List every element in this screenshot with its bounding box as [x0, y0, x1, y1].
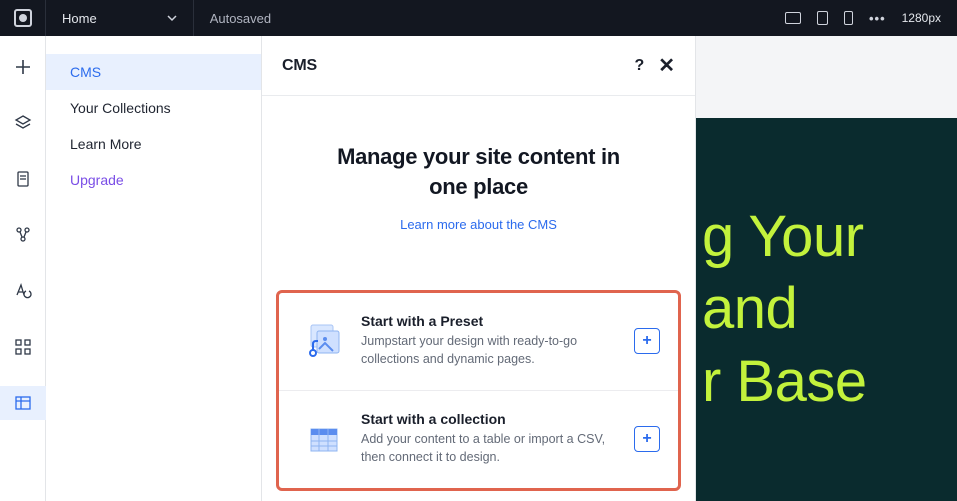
option-title: Start with a Preset: [361, 313, 616, 329]
option-start-collection[interactable]: Start with a collection Add your content…: [279, 390, 678, 488]
app-logo[interactable]: [0, 0, 46, 36]
mobile-icon[interactable]: [844, 11, 853, 25]
help-icon[interactable]: ?: [634, 57, 644, 75]
rail-cms[interactable]: [0, 386, 46, 420]
canvas-area[interactable]: g Your and r Base: [696, 36, 957, 501]
option-desc: Jumpstart your design with ready-to-go c…: [361, 333, 616, 368]
topbar: Home Autosaved ••• 1280px: [0, 0, 957, 36]
topbar-left: Home Autosaved: [0, 0, 287, 36]
option-title: Start with a collection: [361, 411, 616, 427]
desktop-icon[interactable]: [785, 12, 801, 24]
cms-panel-body: Manage your site content in one place Le…: [262, 96, 695, 501]
sidebar-item-upgrade[interactable]: Upgrade: [46, 162, 261, 198]
icon-rail: [0, 36, 46, 501]
tablet-icon[interactable]: [817, 11, 828, 25]
cms-header-actions: ? ✕: [634, 53, 675, 78]
rail-site[interactable]: [0, 218, 46, 252]
add-preset-button[interactable]: +: [634, 328, 660, 354]
sidebar-item-collections[interactable]: Your Collections: [46, 90, 261, 126]
close-icon[interactable]: ✕: [658, 53, 675, 78]
logo-icon: [14, 9, 32, 27]
rail-pages[interactable]: [0, 162, 46, 196]
sidebar-item-learn-more[interactable]: Learn More: [46, 126, 261, 162]
topbar-right: ••• 1280px: [785, 11, 957, 26]
cms-sidebar: CMS Your Collections Learn More Upgrade: [46, 36, 262, 501]
page-dropdown[interactable]: Home: [46, 0, 194, 36]
rail-apps[interactable]: [0, 330, 46, 364]
cms-heading: Manage your site content in one place: [262, 142, 695, 201]
cms-panel-header: CMS ? ✕: [262, 36, 695, 96]
collection-icon: [303, 419, 343, 459]
option-start-preset[interactable]: Start with a Preset Jumpstart your desig…: [279, 293, 678, 390]
page-name: Home: [62, 11, 97, 26]
sidebar-item-cms[interactable]: CMS: [46, 54, 261, 90]
preset-icon: [303, 321, 343, 361]
cms-panel-title: CMS: [282, 57, 317, 75]
autosave-status: Autosaved: [194, 11, 287, 26]
option-text: Start with a Preset Jumpstart your desig…: [361, 313, 616, 368]
rail-theme[interactable]: [0, 274, 46, 308]
rail-add[interactable]: [0, 50, 46, 84]
rail-layers[interactable]: [0, 106, 46, 140]
hero-text: g Your and r Base: [702, 201, 867, 419]
viewport-size[interactable]: 1280px: [902, 11, 941, 25]
learn-more-link[interactable]: Learn more about the CMS: [400, 217, 557, 232]
start-options-highlight: Start with a Preset Jumpstart your desig…: [276, 290, 681, 491]
chevron-down-icon: [167, 13, 177, 23]
cms-panel: CMS ? ✕ Manage your site content in one …: [262, 36, 696, 501]
hero-section: g Your and r Base: [696, 118, 957, 501]
more-icon[interactable]: •••: [869, 11, 886, 26]
add-collection-button[interactable]: +: [634, 426, 660, 452]
option-desc: Add your content to a table or import a …: [361, 431, 616, 466]
option-text: Start with a collection Add your content…: [361, 411, 616, 466]
